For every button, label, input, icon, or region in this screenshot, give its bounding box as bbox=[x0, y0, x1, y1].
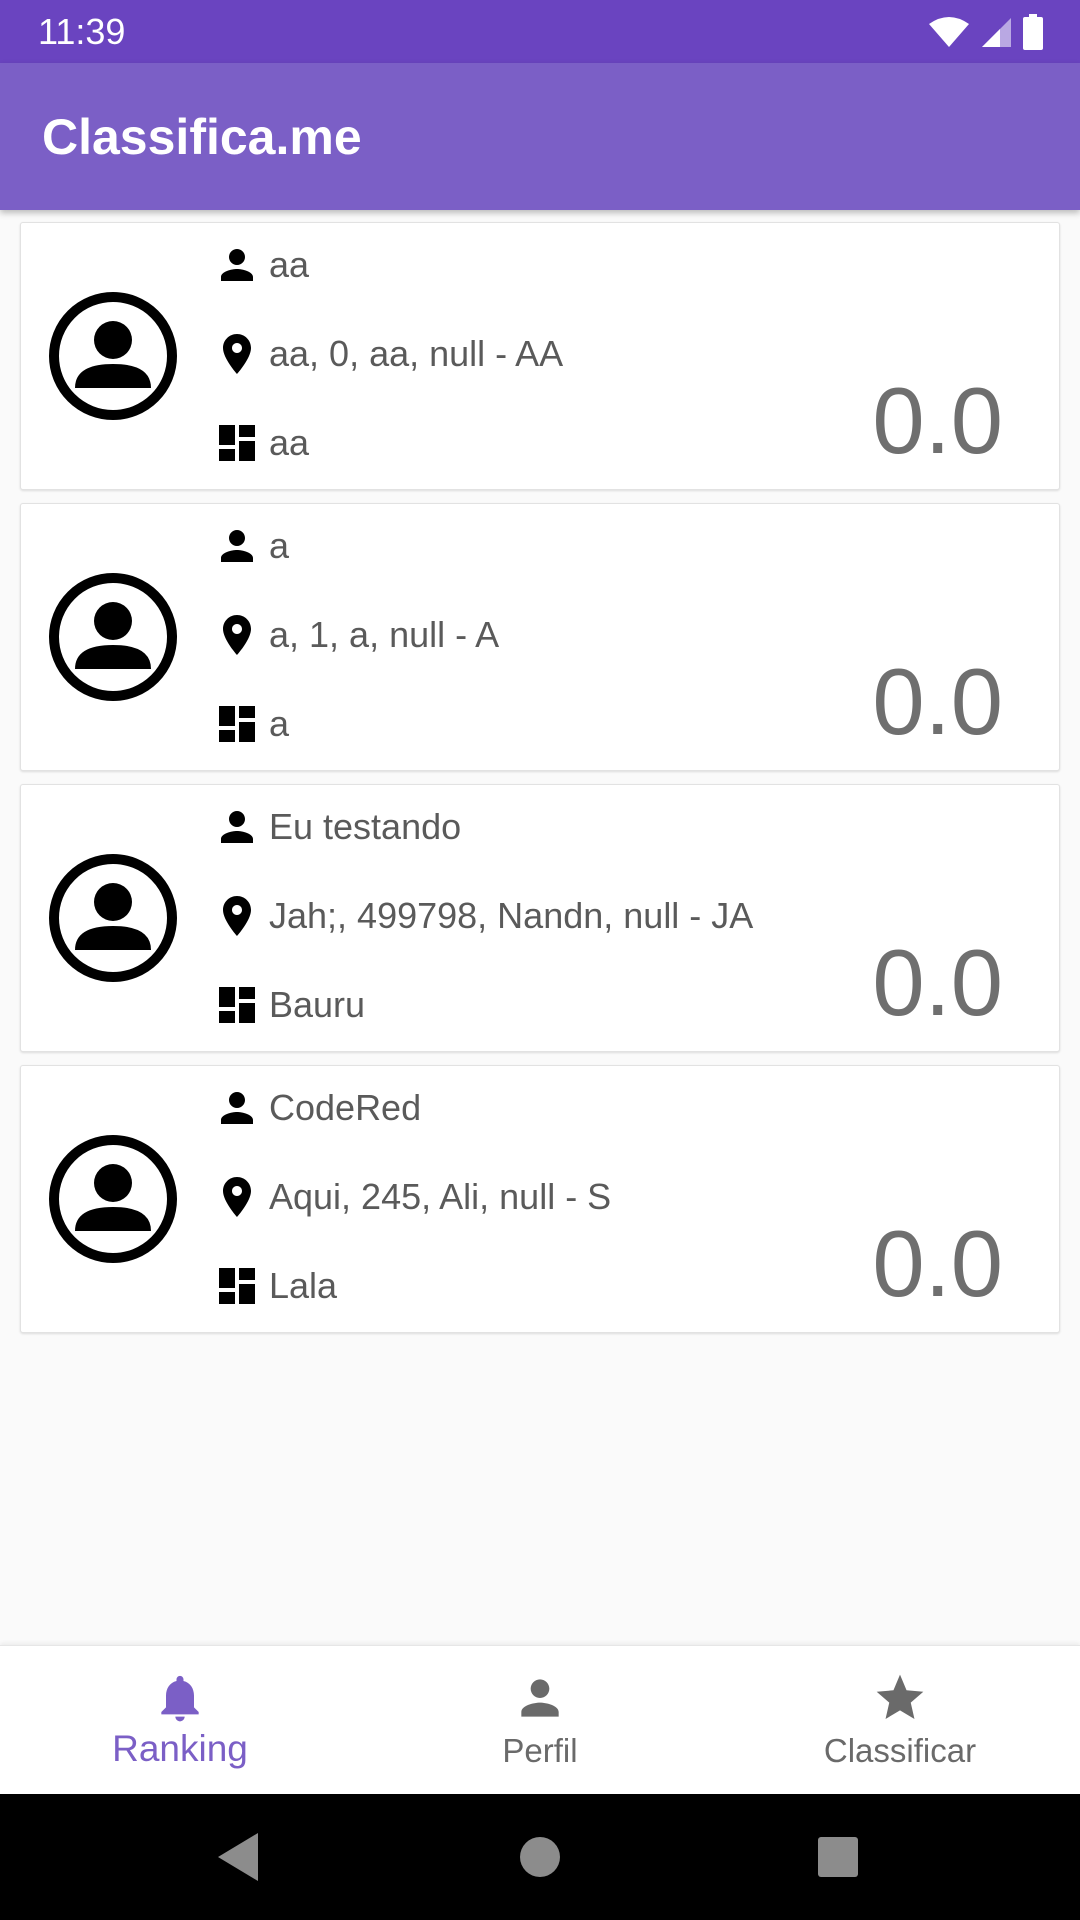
participant-address: Aqui, 245, Ali, null - S bbox=[269, 1176, 612, 1217]
location-pin-icon bbox=[209, 888, 265, 944]
participant-name: aa bbox=[269, 244, 310, 285]
nav-item-classificar[interactable]: Classificar bbox=[720, 1646, 1080, 1795]
participant-city: a bbox=[269, 703, 290, 744]
participant-name: a bbox=[269, 525, 290, 566]
nav-label-classificar: Classificar bbox=[823, 1732, 977, 1769]
avatar-icon bbox=[49, 573, 177, 701]
address-row: aa, 0, aa, null - AA bbox=[209, 324, 563, 384]
participant-address: a, 1, a, null - A bbox=[269, 614, 500, 655]
ranking-card[interactable]: CodeRed Aqui, 245, Ali, null - S Lala 0.… bbox=[20, 1065, 1060, 1333]
participant-address: Jah;, 499798, Nandn, null - JA bbox=[269, 895, 754, 936]
score: 0.0 bbox=[872, 649, 1003, 754]
participant-address: aa, 0, aa, null - AA bbox=[269, 333, 564, 374]
status-bar: 11:39 bbox=[0, 0, 1080, 63]
score: 0.0 bbox=[872, 930, 1003, 1035]
app-bar: Classifica.me bbox=[0, 63, 1080, 210]
status-time: 11:39 bbox=[38, 11, 126, 52]
participant-name: CodeRed bbox=[269, 1087, 422, 1128]
participant-city: Bauru bbox=[269, 984, 366, 1025]
app-title: Classifica.me bbox=[42, 109, 362, 165]
star-icon bbox=[876, 1674, 924, 1719]
bottom-navigation: Ranking Perfil Classificar bbox=[0, 1645, 1080, 1795]
bell-icon bbox=[161, 1675, 199, 1722]
wifi-icon bbox=[929, 17, 969, 47]
dashboard-icon bbox=[209, 415, 265, 471]
ranking-list[interactable]: aa aa, 0, aa, null - AA aa 0.0 a a, 1, a… bbox=[20, 222, 1060, 1346]
person-icon bbox=[209, 799, 265, 855]
dashboard-icon bbox=[209, 977, 265, 1033]
home-icon[interactable] bbox=[510, 1827, 570, 1887]
score: 0.0 bbox=[872, 1211, 1003, 1316]
city-row: Lala bbox=[209, 1256, 337, 1316]
location-pin-icon bbox=[209, 326, 265, 382]
city-row: Bauru bbox=[209, 975, 365, 1035]
score: 0.0 bbox=[872, 368, 1003, 473]
nav-item-perfil[interactable]: Perfil bbox=[360, 1646, 720, 1795]
location-pin-icon bbox=[209, 607, 265, 663]
location-pin-icon bbox=[209, 1169, 265, 1225]
back-icon[interactable] bbox=[208, 1827, 268, 1887]
person-icon bbox=[521, 1679, 559, 1717]
address-row: Aqui, 245, Ali, null - S bbox=[209, 1167, 611, 1227]
address-row: Jah;, 499798, Nandn, null - JA bbox=[209, 886, 753, 946]
avatar-icon bbox=[49, 854, 177, 982]
nav-label-perfil: Perfil bbox=[502, 1732, 578, 1769]
status-icons bbox=[928, 12, 1044, 52]
city-row: aa bbox=[209, 413, 309, 473]
avatar-icon bbox=[49, 292, 177, 420]
ranking-card[interactable]: aa aa, 0, aa, null - AA aa 0.0 bbox=[20, 222, 1060, 490]
ranking-card[interactable]: a a, 1, a, null - A a 0.0 bbox=[20, 503, 1060, 771]
person-icon bbox=[209, 518, 265, 574]
participant-name: Eu testando bbox=[269, 806, 462, 847]
system-navigation-bar bbox=[0, 1794, 1080, 1920]
address-row: a, 1, a, null - A bbox=[209, 605, 499, 665]
name-row: a bbox=[209, 516, 289, 576]
recents-icon[interactable] bbox=[808, 1827, 868, 1887]
name-row: aa bbox=[209, 235, 309, 295]
participant-city: Lala bbox=[269, 1265, 338, 1306]
avatar-icon bbox=[49, 1135, 177, 1263]
signal-icon bbox=[982, 18, 1011, 47]
participant-city: aa bbox=[269, 422, 310, 463]
person-icon bbox=[209, 237, 265, 293]
city-row: a bbox=[209, 694, 289, 754]
name-row: Eu testando bbox=[209, 797, 461, 857]
dashboard-icon bbox=[209, 696, 265, 752]
person-icon bbox=[209, 1080, 265, 1136]
ranking-card[interactable]: Eu testando Jah;, 499798, Nandn, null - … bbox=[20, 784, 1060, 1052]
nav-item-ranking[interactable]: Ranking bbox=[0, 1646, 360, 1795]
battery-icon bbox=[1023, 14, 1043, 50]
name-row: CodeRed bbox=[209, 1078, 421, 1138]
nav-label-ranking: Ranking bbox=[112, 1728, 248, 1769]
dashboard-icon bbox=[209, 1258, 265, 1314]
